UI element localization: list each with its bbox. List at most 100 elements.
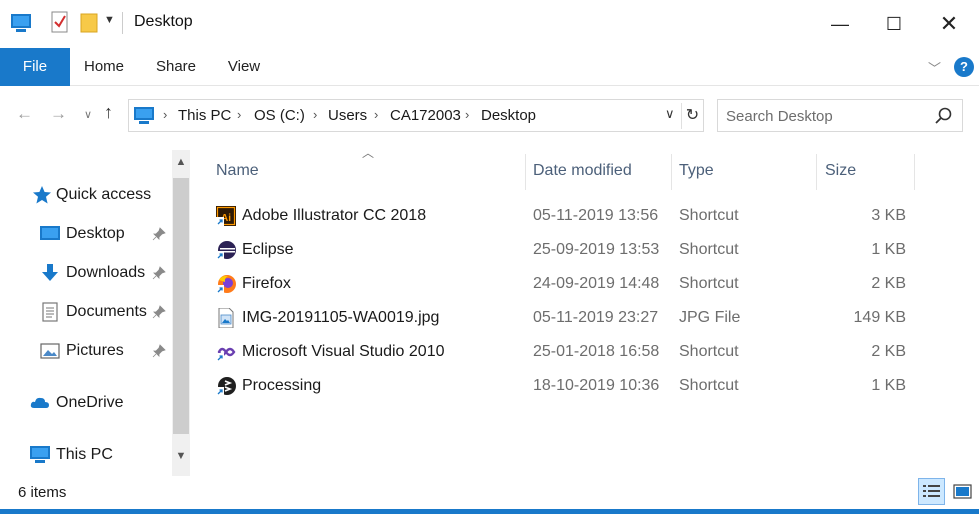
nav-item-documents[interactable]: Documents bbox=[0, 297, 170, 327]
file-type: Shortcut bbox=[679, 343, 739, 360]
eclipse-icon bbox=[216, 241, 236, 260]
large-icons-view-icon bbox=[953, 484, 972, 499]
star-icon bbox=[33, 186, 51, 204]
processing-icon bbox=[216, 377, 236, 396]
file-name: IMG-20191105-WA0019.jpg bbox=[242, 309, 440, 326]
column-divider[interactable] bbox=[816, 154, 817, 190]
nav-label: Downloads bbox=[66, 264, 146, 281]
title-bar: ▼ Desktop — ☐ ✕ bbox=[0, 0, 979, 48]
pin-icon[interactable] bbox=[152, 305, 166, 319]
column-header-size[interactable]: Size bbox=[825, 150, 905, 190]
file-list: ︿ Name Date modified Type Size Ai Adobe … bbox=[196, 146, 979, 476]
window-bottom-border bbox=[0, 509, 979, 514]
breadcrumb-desktop[interactable]: Desktop bbox=[481, 107, 536, 124]
scroll-down-icon[interactable]: ▼ bbox=[172, 450, 190, 462]
file-date: 18-10-2019 10:36 bbox=[533, 377, 660, 394]
address-bar[interactable]: › This PC › OS (C:) › Users › CA172003 ›… bbox=[128, 99, 704, 132]
details-view-icon bbox=[923, 485, 940, 497]
image-file-icon bbox=[218, 308, 234, 328]
file-date: 24-09-2019 14:48 bbox=[533, 275, 660, 292]
nav-quick-access[interactable]: Quick access bbox=[0, 180, 170, 210]
scroll-up-icon[interactable]: ▲ bbox=[172, 156, 190, 168]
breadcrumb-users[interactable]: Users bbox=[328, 107, 367, 124]
nav-item-pictures[interactable]: Pictures bbox=[0, 336, 170, 366]
breadcrumb-separator[interactable]: › bbox=[313, 107, 317, 122]
scrollbar-thumb[interactable] bbox=[173, 178, 189, 434]
file-date: 05-11-2019 13:56 bbox=[533, 207, 659, 224]
file-size: 2 KB bbox=[871, 343, 906, 360]
refresh-icon[interactable]: ↻ bbox=[681, 103, 703, 129]
pin-icon[interactable] bbox=[152, 227, 166, 241]
nav-pane-scrollbar[interactable]: ▲ ▼ bbox=[172, 150, 190, 476]
column-divider[interactable] bbox=[914, 154, 915, 190]
close-button[interactable]: ✕ bbox=[921, 0, 977, 48]
file-row[interactable]: Eclipse 25-09-2019 13:53 Shortcut 1 KB bbox=[196, 234, 916, 268]
file-size: 1 KB bbox=[871, 377, 906, 394]
nav-item-this-pc[interactable]: This PC bbox=[0, 440, 170, 470]
file-name: Microsoft Visual Studio 2010 bbox=[242, 343, 445, 360]
desktop-icon bbox=[40, 226, 60, 240]
file-type: Shortcut bbox=[679, 241, 739, 258]
column-header-type[interactable]: Type bbox=[679, 150, 809, 190]
file-row[interactable]: Microsoft Visual Studio 2010 25-01-2018 … bbox=[196, 336, 916, 370]
nav-label: Quick access bbox=[56, 186, 152, 203]
window-title: Desktop bbox=[134, 13, 193, 30]
documents-icon bbox=[42, 302, 58, 322]
column-divider[interactable] bbox=[671, 154, 672, 190]
navigation-pane: Quick access Desktop Downloads Documents bbox=[0, 150, 190, 476]
file-row[interactable]: Firefox 24-09-2019 14:48 Shortcut 2 KB bbox=[196, 268, 916, 302]
this-pc-icon bbox=[134, 107, 154, 124]
breadcrumb-this-pc[interactable]: This PC bbox=[178, 107, 231, 124]
file-type: Shortcut bbox=[679, 275, 739, 292]
file-type: Shortcut bbox=[679, 207, 739, 224]
illustrator-icon: Ai bbox=[216, 206, 236, 226]
large-icons-view-button[interactable] bbox=[949, 478, 976, 505]
column-header-date-modified[interactable]: Date modified bbox=[533, 150, 663, 190]
search-input[interactable] bbox=[726, 105, 926, 127]
address-dropdown-icon[interactable]: ∨ bbox=[665, 106, 675, 122]
breadcrumb-separator[interactable]: › bbox=[237, 107, 241, 122]
file-size: 2 KB bbox=[871, 275, 906, 292]
new-folder-icon[interactable] bbox=[80, 10, 98, 34]
pin-icon[interactable] bbox=[152, 266, 166, 280]
breadcrumb-separator[interactable]: › bbox=[163, 107, 167, 122]
breadcrumb-separator[interactable]: › bbox=[465, 107, 469, 122]
recent-locations-button[interactable]: ∨ bbox=[84, 108, 92, 121]
file-size: 3 KB bbox=[871, 207, 906, 224]
tab-share[interactable]: Share bbox=[150, 48, 202, 86]
breadcrumb-ca172003[interactable]: CA172003 bbox=[390, 107, 461, 124]
file-row[interactable]: Processing 18-10-2019 10:36 Shortcut 1 K… bbox=[196, 370, 916, 404]
properties-icon[interactable] bbox=[50, 10, 70, 34]
title-separator bbox=[122, 12, 123, 34]
item-count: 6 items bbox=[18, 484, 67, 501]
breadcrumb-os-c[interactable]: OS (C:) bbox=[254, 107, 305, 124]
up-button[interactable]: ↑ bbox=[104, 102, 113, 123]
file-size: 1 KB bbox=[871, 241, 906, 258]
customize-toolbar-icon[interactable]: ▼ bbox=[104, 14, 115, 26]
file-row[interactable]: IMG-20191105-WA0019.jpg 05-11-2019 23:27… bbox=[196, 302, 916, 336]
breadcrumb-separator[interactable]: › bbox=[374, 107, 378, 122]
file-row[interactable]: Ai Adobe Illustrator CC 2018 05-11-2019 … bbox=[196, 200, 916, 234]
search-icon[interactable] bbox=[934, 106, 954, 126]
column-header-name[interactable]: Name bbox=[216, 150, 516, 190]
nav-item-desktop[interactable]: Desktop bbox=[0, 219, 170, 249]
expand-ribbon-icon[interactable]: ﹀ bbox=[928, 58, 941, 77]
help-icon[interactable]: ? bbox=[954, 57, 974, 77]
column-divider[interactable] bbox=[525, 154, 526, 190]
nav-item-downloads[interactable]: Downloads bbox=[0, 258, 170, 288]
forward-button[interactable]: → bbox=[50, 104, 67, 124]
file-name: Eclipse bbox=[242, 241, 294, 258]
this-pc-icon[interactable] bbox=[10, 12, 32, 34]
tab-home[interactable]: Home bbox=[76, 48, 132, 86]
nav-item-onedrive[interactable]: OneDrive bbox=[0, 388, 170, 418]
pin-icon[interactable] bbox=[152, 344, 166, 358]
tab-file[interactable]: File bbox=[0, 48, 70, 86]
details-view-button[interactable] bbox=[918, 478, 945, 505]
search-box[interactable] bbox=[717, 99, 963, 132]
pictures-icon bbox=[40, 343, 60, 359]
maximize-button[interactable]: ☐ bbox=[866, 0, 922, 48]
tab-view[interactable]: View bbox=[222, 48, 266, 86]
back-button[interactable]: ← bbox=[16, 104, 33, 124]
minimize-button[interactable]: — bbox=[812, 0, 868, 48]
visual-studio-icon bbox=[216, 347, 236, 362]
